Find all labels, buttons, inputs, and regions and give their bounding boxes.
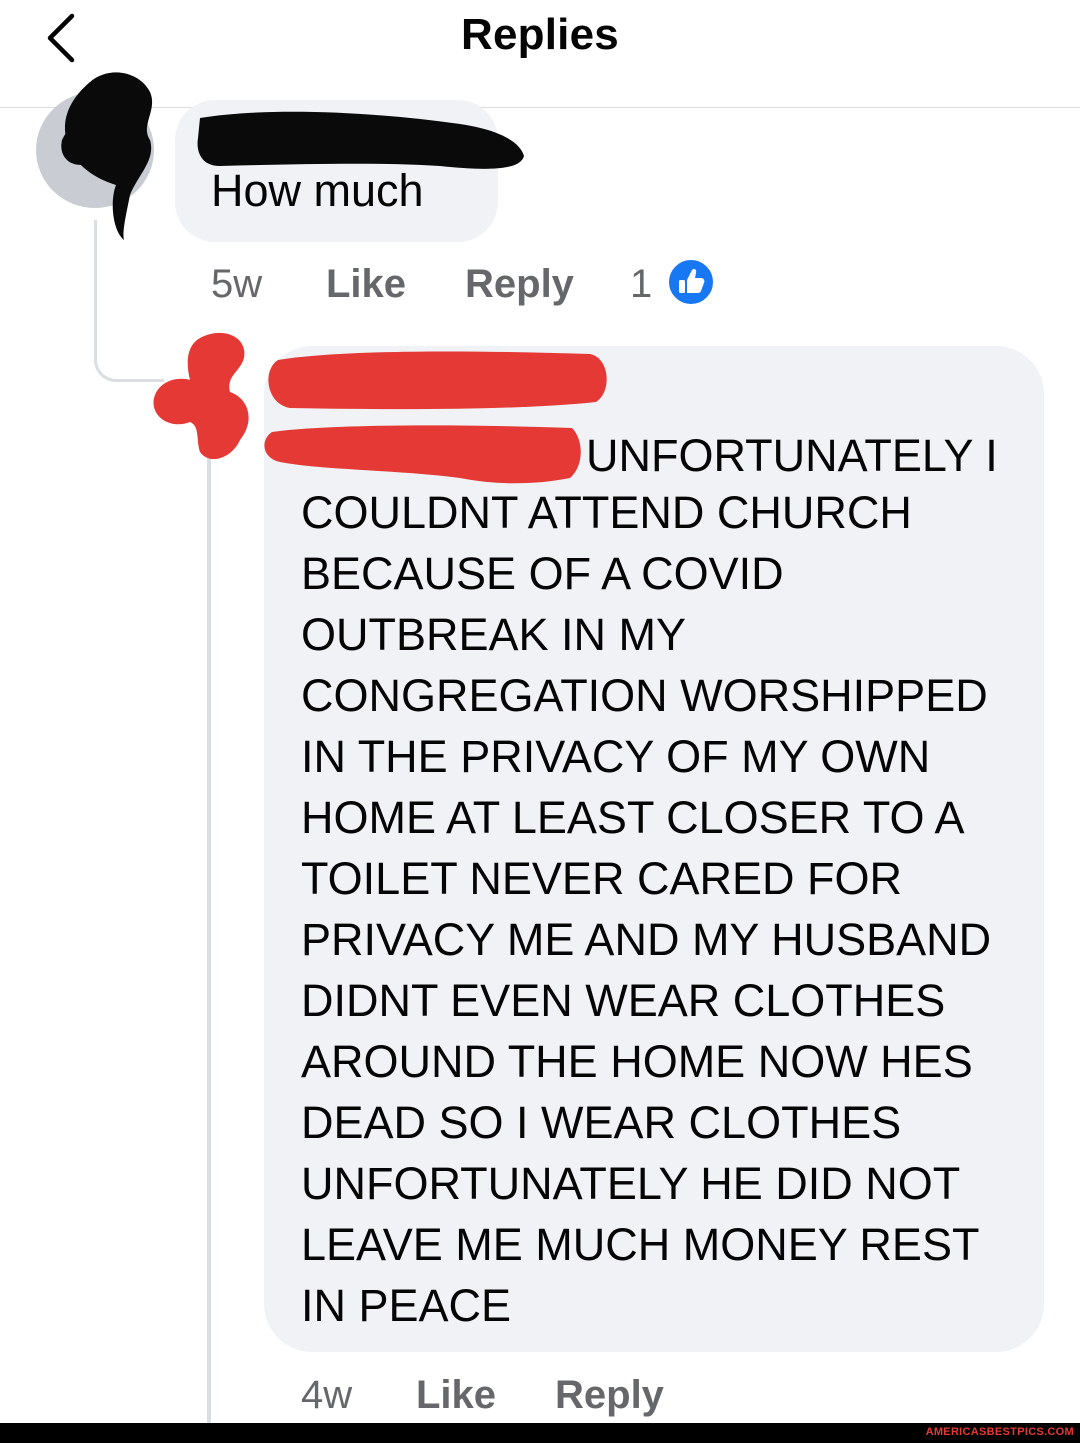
comment-text-line: BECAUSE OF A COVID bbox=[301, 548, 784, 599]
comment-text-line: IN THE PRIVACY OF MY OWN bbox=[301, 731, 931, 782]
comment-text-line: COULDNT ATTEND CHURCH bbox=[301, 487, 912, 538]
like-button[interactable]: Like bbox=[416, 1373, 496, 1418]
comment-text-line: DIDNT EVEN WEAR CLOTHES bbox=[301, 975, 946, 1026]
comment-text-line: UNFORTUNATELY HE DID NOT bbox=[301, 1158, 961, 1209]
thread-connector bbox=[207, 440, 211, 1430]
comment-text: COULDNT ATTEND CHURCH BECAUSE OF A COVID… bbox=[301, 482, 1031, 1336]
comment-text-line: IN PEACE bbox=[301, 1280, 512, 1331]
comment-text-line: DEAD SO I WEAR CLOTHES bbox=[301, 1097, 902, 1148]
comment-text-line: OUTBREAK IN MY bbox=[301, 609, 687, 660]
comment-actions: 4w Like Reply bbox=[301, 1373, 701, 1421]
comment-text-line: PRIVACY ME AND MY HUSBAND bbox=[301, 914, 992, 965]
comment-text-first-line: UNFORTUNATELY I bbox=[586, 430, 998, 481]
comment-text-line: HOME AT LEAST CLOSER TO A bbox=[301, 792, 965, 843]
comment-text-line: LEAVE ME MUCH MONEY REST bbox=[301, 1219, 980, 1270]
comment-text-line: TOILET NEVER CARED FOR bbox=[301, 853, 902, 904]
watermark-bar bbox=[0, 1423, 1080, 1443]
reply-button[interactable]: Reply bbox=[555, 1373, 664, 1418]
comment-text-line: AROUND THE HOME NOW HES bbox=[301, 1036, 973, 1087]
watermark: AMERICASBESTPICS.COM bbox=[925, 1426, 1074, 1438]
comment-text-line: CONGREGATION WORSHIPPED bbox=[301, 670, 988, 721]
comment-time: 4w bbox=[301, 1373, 353, 1417]
